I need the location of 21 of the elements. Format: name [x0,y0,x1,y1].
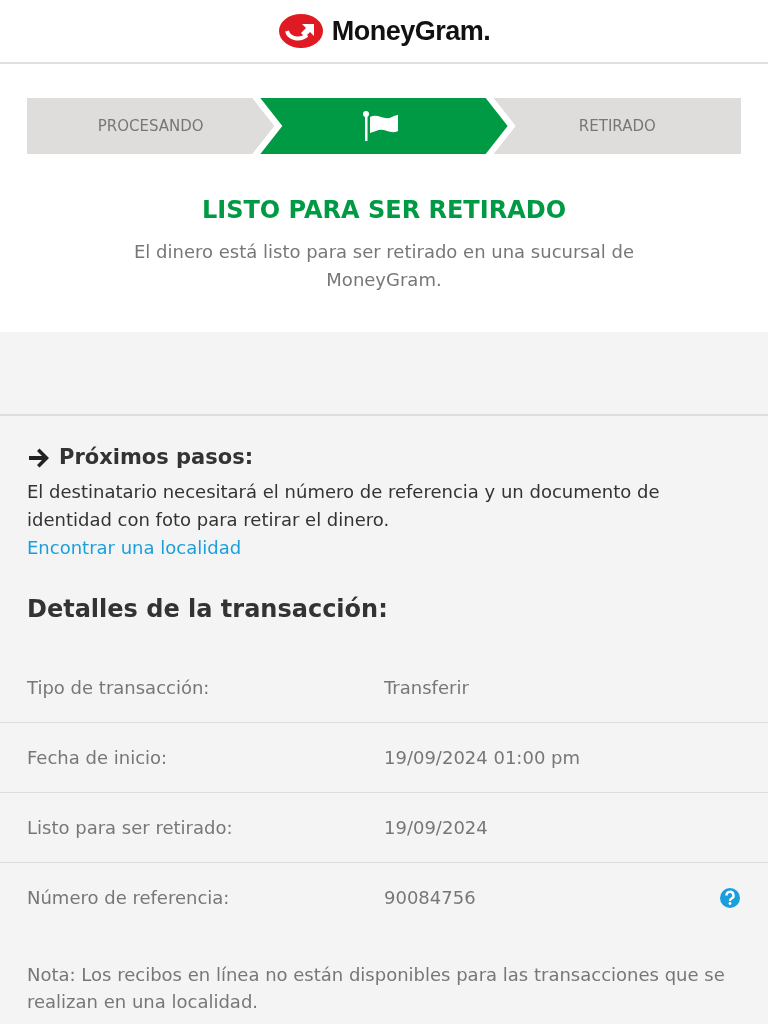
detail-value: 19/09/2024 [384,815,489,840]
detail-value: 19/09/2024 01:00 pm [384,745,582,770]
progress-step: RETIRADO [493,98,741,154]
status-title: LISTO PARA SER RETIRADO [200,195,568,226]
detail-value: 90084756 [384,886,477,910]
arrow-right-icon [27,447,51,468]
status-message: El dinero está listo para ser retirado en una sucursal de MoneyGram. [133,240,635,292]
detail-label: Tipo de transacción: [27,675,211,700]
help-icon[interactable] [719,886,741,909]
detail-label: Fecha de inicio: [27,745,169,770]
detail-label: Número de referencia: [27,886,231,910]
section-heading: Próximos pasos: [59,444,254,471]
brand-name: MoneyGram. [331,14,491,48]
instructions-text: El destinatario necesitará el número de referencia y un documento de identidad con foto para retirar el dinero. [27,479,661,532]
details-heading: Detalles de la transacción: [27,593,389,625]
note-text: Nota: Los recibos en línea no están disponibles para las transacciones que se realizan en una localidad. [26,962,726,1014]
logo-icon [277,13,324,49]
detail-label: Listo para ser retirado: [27,815,234,840]
detail-value: Transferir [384,675,470,700]
find-location-link[interactable]: Encontrar una localidad [27,536,242,558]
progress-step: PROCESANDO [27,98,275,154]
